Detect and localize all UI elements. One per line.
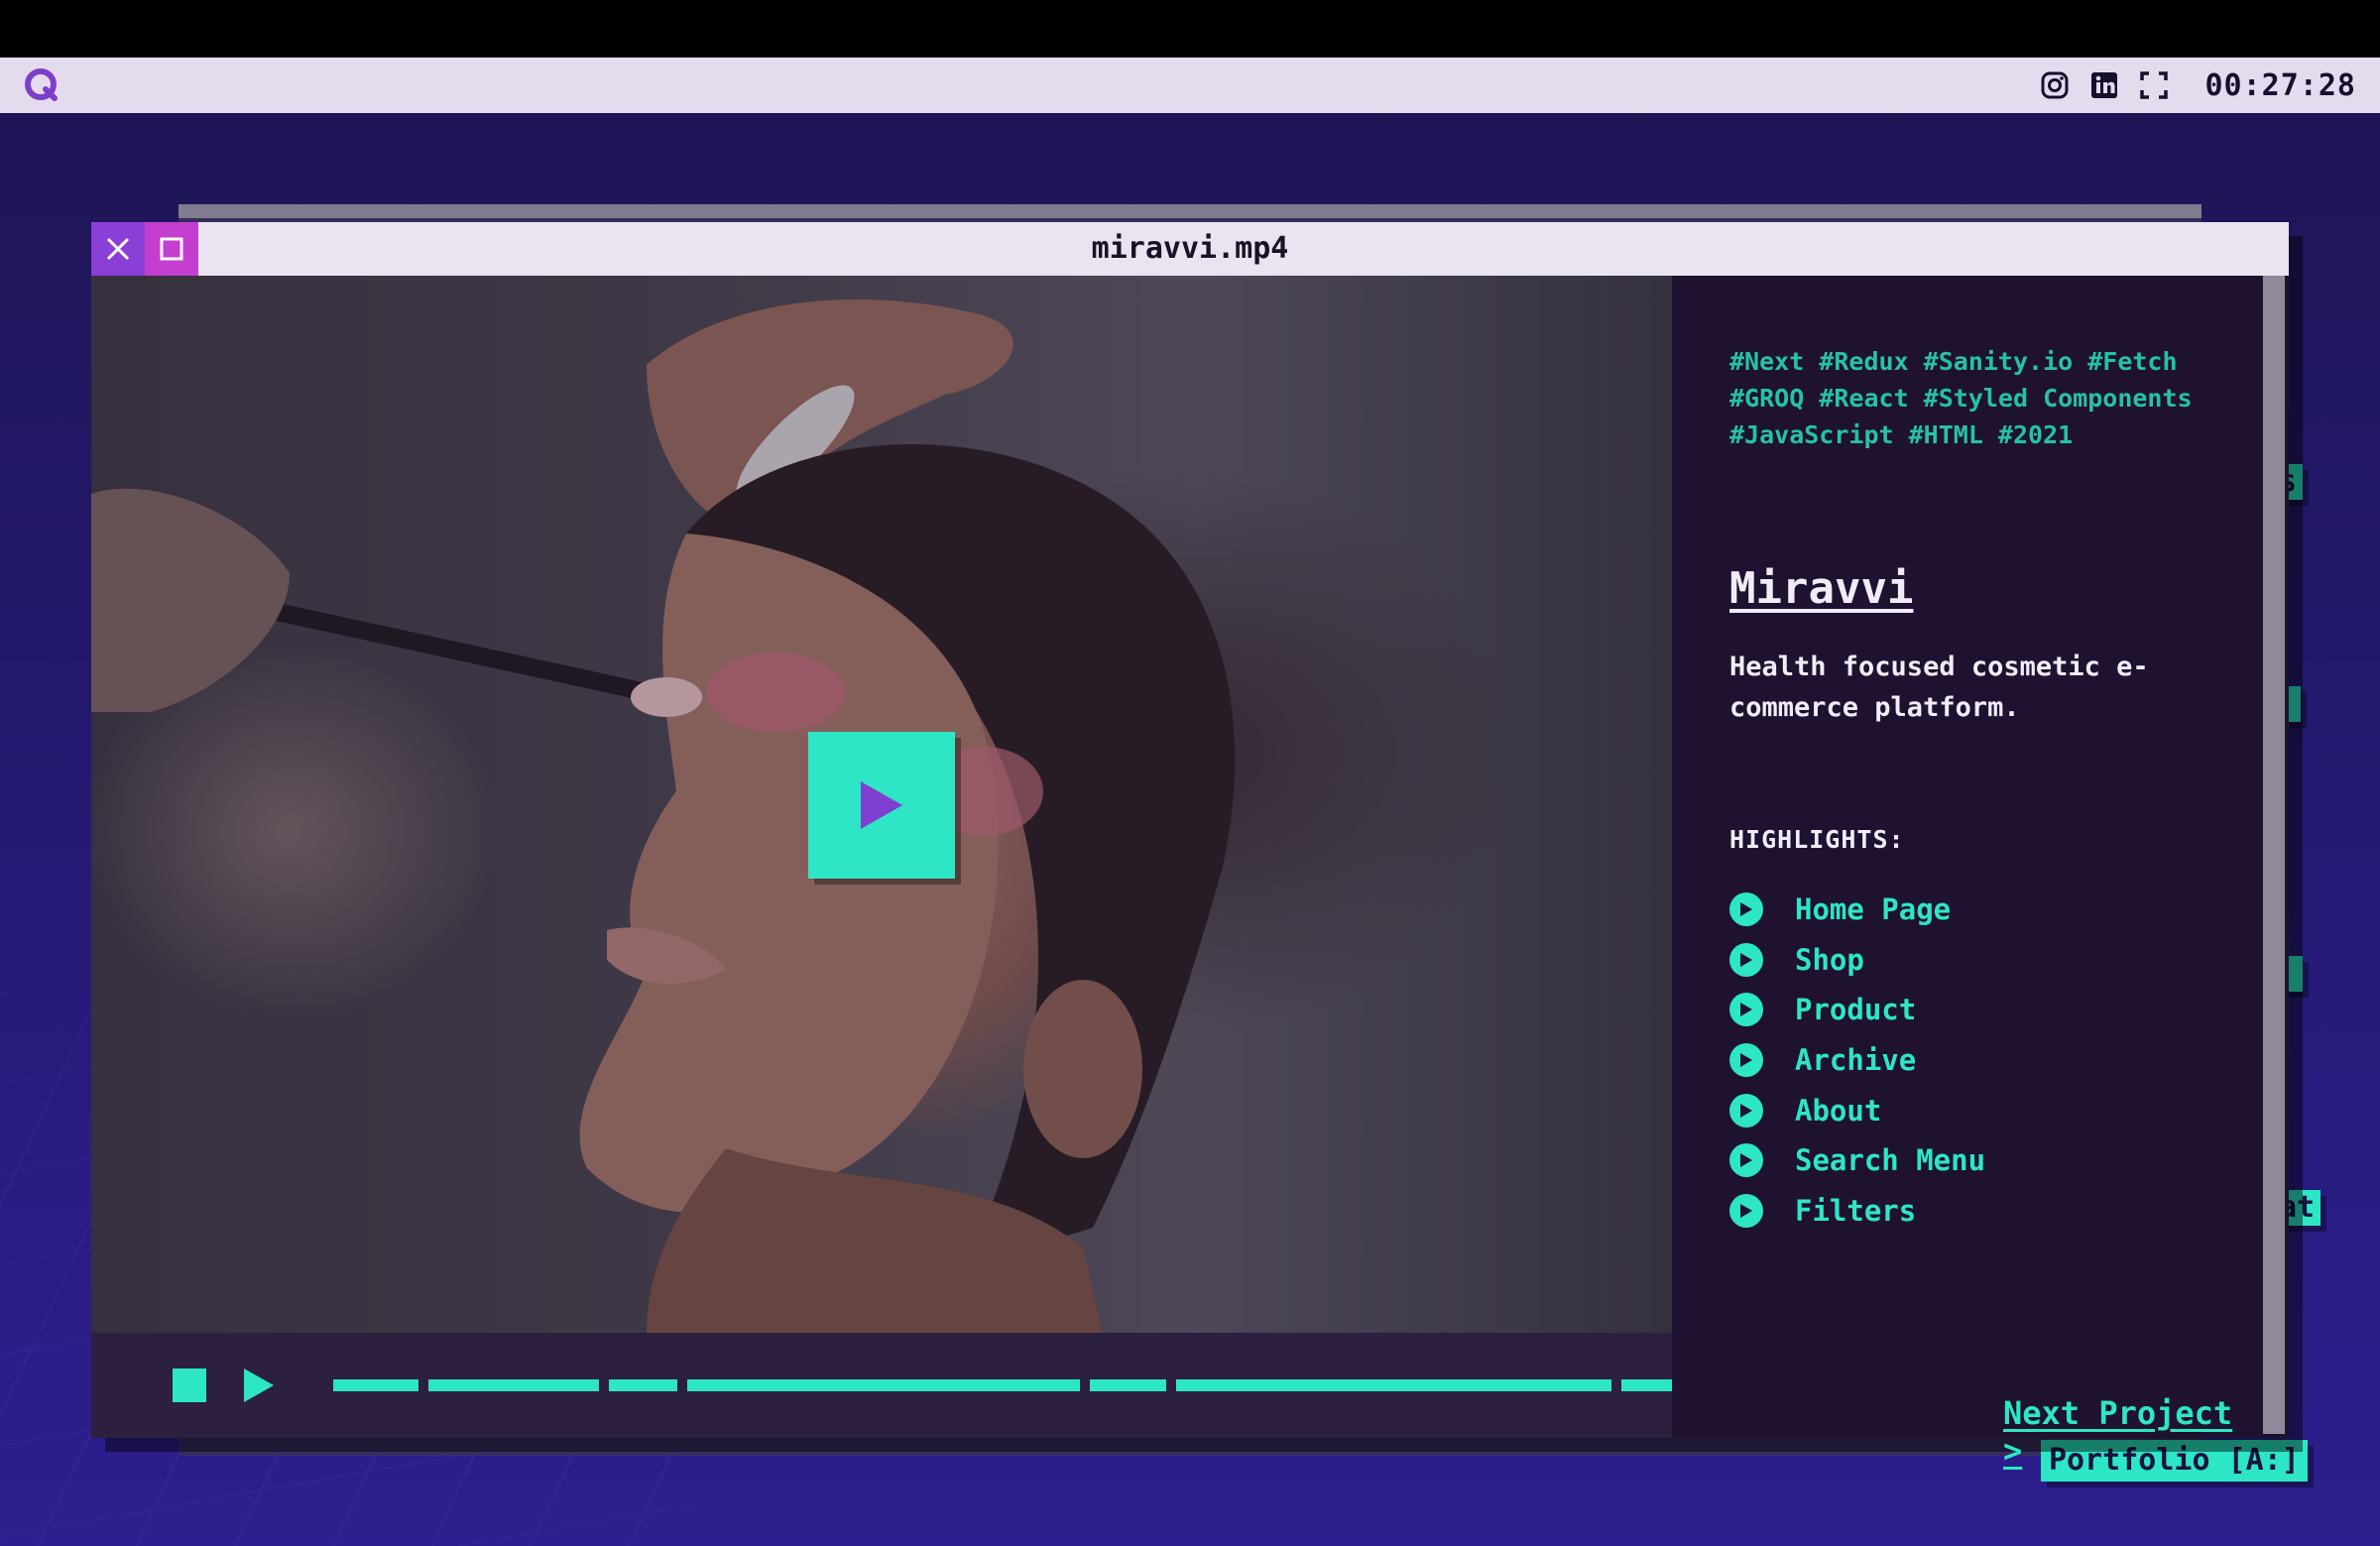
player-controls <box>91 1333 1681 1438</box>
project-title[interactable]: Miravvi <box>1729 563 1913 614</box>
highlight-item[interactable]: Home Page <box>1729 885 1985 935</box>
play-circle-icon <box>1729 1043 1763 1078</box>
play-control-button[interactable] <box>242 1367 276 1404</box>
play-circle-icon <box>1729 1193 1763 1228</box>
highlight-label: Product <box>1795 993 1917 1027</box>
highlights-label: HIGHLIGHTS: <box>1729 825 1905 854</box>
play-circle-icon <box>1729 1093 1763 1128</box>
highlight-label: Search Menu <box>1795 1143 1986 1178</box>
highlight-label: Home Page <box>1795 892 1952 927</box>
stop-button[interactable] <box>173 1368 206 1402</box>
progress-segment[interactable] <box>428 1379 599 1391</box>
progress-bar[interactable] <box>333 1379 1681 1391</box>
video-window: miravvi.mp4 #Next #Redux #Sanity.io #Fet… <box>91 222 2289 1470</box>
highlight-item[interactable]: Filters <box>1729 1186 1985 1237</box>
progress-segment[interactable] <box>687 1379 1080 1391</box>
linkedin-icon[interactable] <box>2088 69 2120 101</box>
window-title: miravvi.mp4 <box>1091 231 1289 266</box>
tech-tags: #Next #Redux #Sanity.io #Fetch #GROQ #Re… <box>1729 347 2193 449</box>
highlight-label: Archive <box>1795 1043 1917 1078</box>
project-description: Health focused cosmetic e-commerce platf… <box>1729 652 2149 723</box>
play-circle-icon <box>1729 942 1763 977</box>
scrollbar-thumb[interactable] <box>2263 276 2285 1434</box>
highlight-item[interactable]: Search Menu <box>1729 1135 1985 1186</box>
window-titlebar[interactable]: miravvi.mp4 <box>91 222 2289 276</box>
q-logo-icon[interactable] <box>24 67 60 103</box>
highlight-item[interactable]: Shop <box>1729 935 1985 986</box>
highlight-label: Filters <box>1795 1193 1917 1228</box>
play-icon <box>861 781 902 829</box>
play-circle-icon <box>1729 993 1763 1027</box>
highlight-item[interactable]: About <box>1729 1085 1985 1135</box>
next-project-link[interactable]: Next Project > <box>2003 1394 2259 1470</box>
instagram-icon[interactable] <box>2039 69 2071 101</box>
highlight-item[interactable]: Product <box>1729 985 1985 1035</box>
progress-segment[interactable] <box>1176 1379 1611 1391</box>
top-black-bar <box>0 0 2380 58</box>
highlight-label: About <box>1795 1093 1882 1128</box>
highlights-list: Home Page Shop Product Archive About Sea… <box>1729 885 1985 1236</box>
progress-segment[interactable] <box>609 1379 677 1391</box>
play-circle-icon <box>1729 892 1763 927</box>
video-frame[interactable] <box>91 276 1672 1333</box>
play-small-icon <box>244 1368 274 1402</box>
progress-segment[interactable] <box>1090 1379 1166 1391</box>
project-info-panel: #Next #Redux #Sanity.io #Fetch #GROQ #Re… <box>1672 276 2259 1470</box>
play-button[interactable] <box>808 732 955 879</box>
menubar: 00:27:28 <box>0 58 2380 113</box>
highlight-item[interactable]: Archive <box>1729 1035 1985 1086</box>
fullscreen-icon[interactable] <box>2138 69 2170 101</box>
highlight-label: Shop <box>1795 942 1864 977</box>
clock: 00:27:28 <box>2204 67 2356 103</box>
scrollbar[interactable] <box>2259 276 2289 1438</box>
progress-segment[interactable] <box>333 1379 418 1391</box>
play-circle-icon <box>1729 1143 1763 1178</box>
